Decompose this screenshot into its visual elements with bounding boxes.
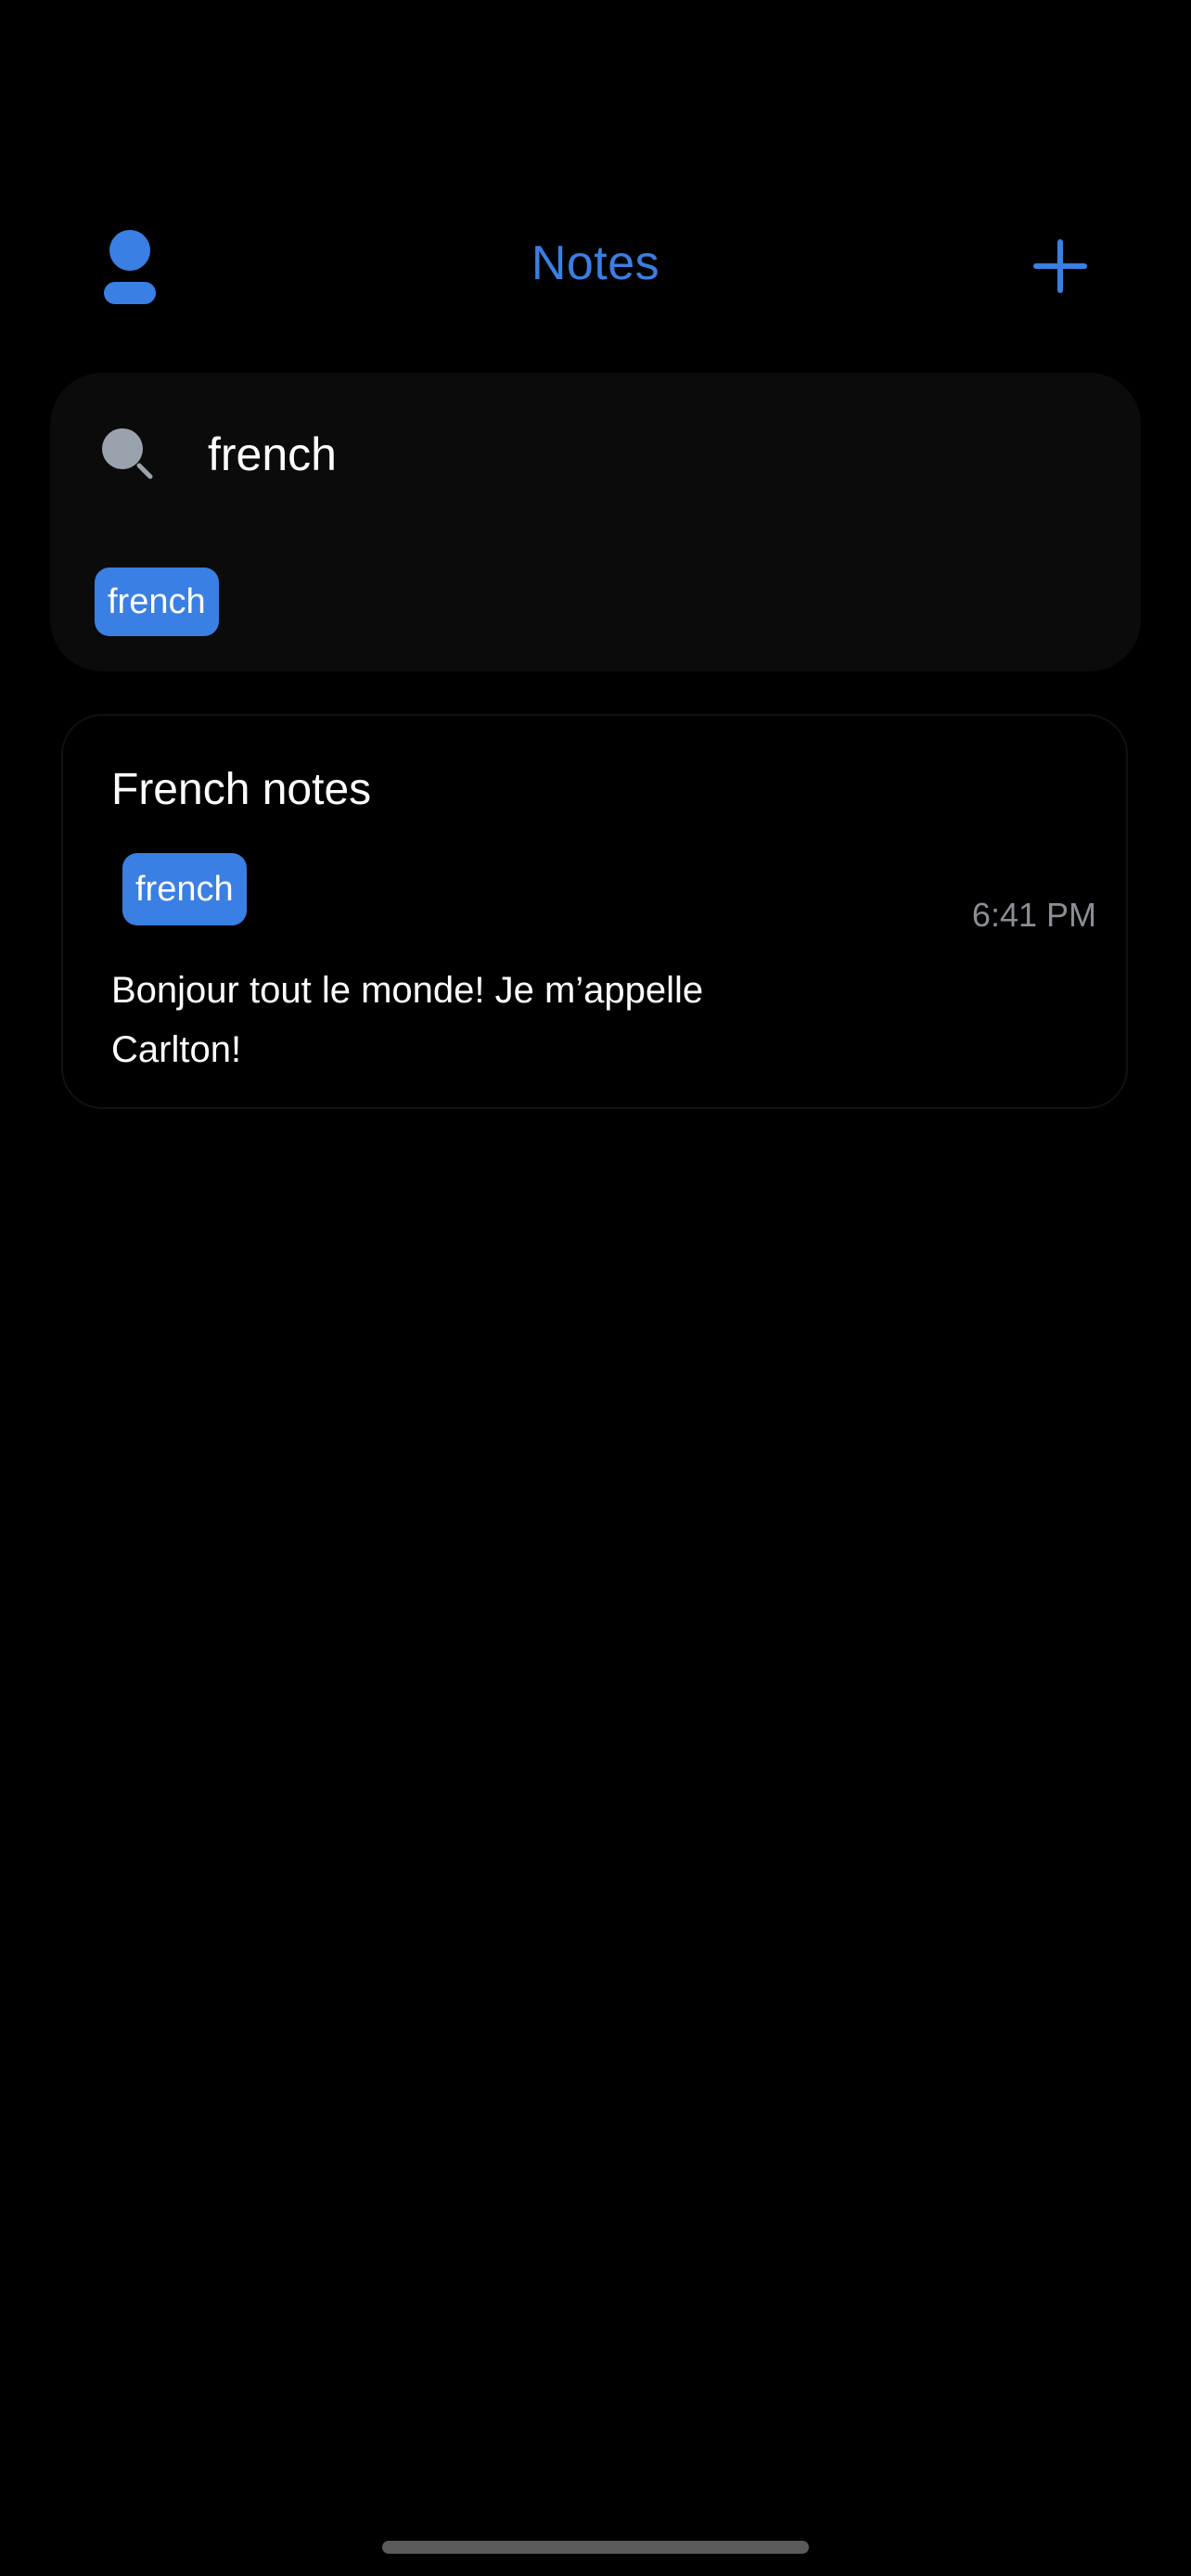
note-tag-chip: french	[122, 853, 247, 925]
search-panel: french	[50, 373, 1141, 671]
page-title: Notes	[531, 236, 660, 290]
note-preview-text: Bonjour tout le monde! Je m’appelle Carl…	[111, 970, 704, 1070]
note-timestamp: 6:41 PM	[971, 896, 1096, 934]
add-note-button[interactable]	[1028, 234, 1093, 299]
note-card[interactable]: French notes french 6:41 PM Bonjour tout…	[61, 714, 1128, 1109]
note-title: French notes	[111, 765, 372, 814]
plus-icon	[1033, 239, 1087, 293]
search-input[interactable]	[208, 415, 1043, 493]
home-indicator[interactable]	[382, 2541, 809, 2554]
header-bar: Notes	[0, 204, 1191, 334]
search-icon	[102, 428, 153, 479]
search-tag-chip[interactable]: french	[95, 567, 219, 636]
